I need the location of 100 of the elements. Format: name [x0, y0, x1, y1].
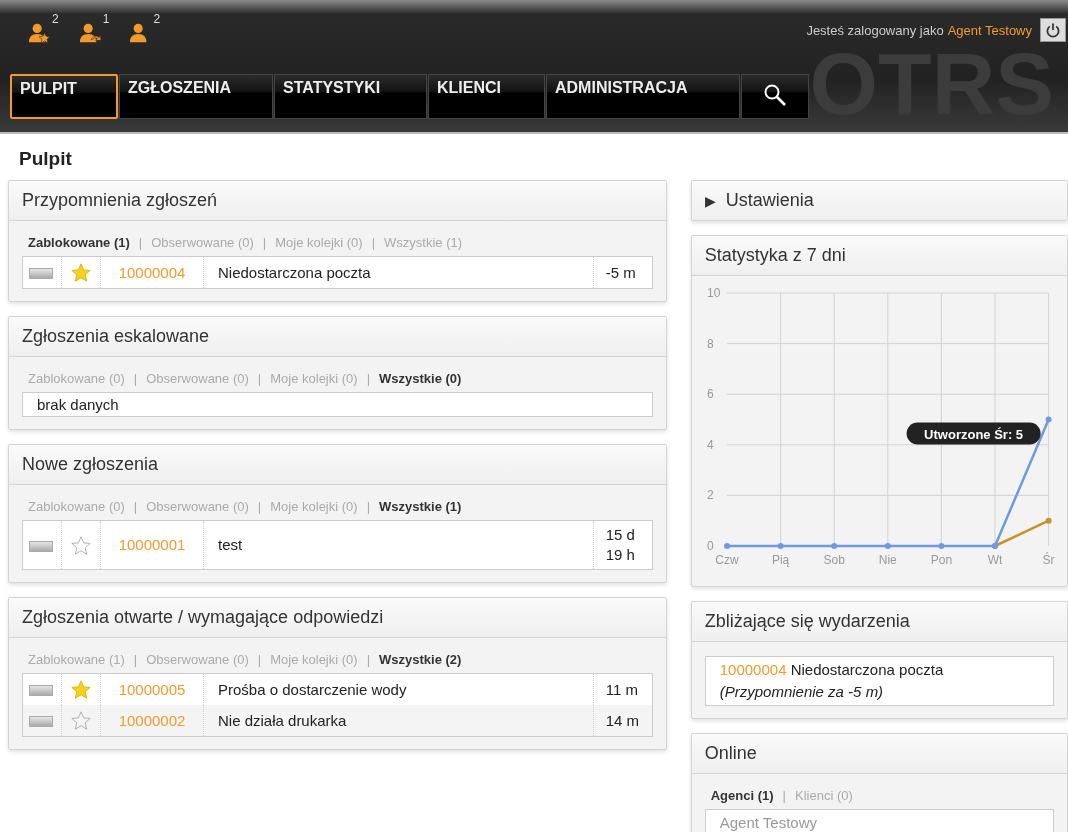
axis-label: 2	[706, 488, 714, 503]
ticket-icon	[29, 685, 53, 697]
axis-label: Czw	[715, 553, 739, 567]
separator: |	[257, 652, 262, 668]
separator: |	[366, 499, 371, 515]
ticket-title: Niedostarczona poczta	[203, 256, 594, 289]
ticket-number-link[interactable]: 10000004	[118, 263, 186, 281]
filter-link[interactable]: Moje kolejki (0)	[270, 371, 358, 387]
axis-label: 6	[706, 387, 714, 402]
nav-tab[interactable]: ZGŁOSZENIA	[119, 74, 273, 119]
user-link[interactable]: Agent Testowy	[947, 22, 1032, 38]
filter-link[interactable]: Zablokowane (1)	[28, 652, 125, 668]
separator: |	[257, 371, 262, 387]
data-point	[1045, 517, 1052, 524]
widget-title: Przypomnienia zgłoszeń	[9, 181, 666, 221]
event-title: Niedostarczona poczta	[790, 661, 944, 678]
filter-link[interactable]: Moje kolejki (0)	[270, 652, 358, 668]
separator: |	[133, 652, 138, 668]
axis-label: Śr	[1042, 553, 1055, 567]
separator: |	[782, 788, 786, 803]
count-label: 1	[102, 12, 110, 26]
user-arrow-icon[interactable]	[78, 22, 101, 44]
page-title: Pulpit	[19, 148, 73, 170]
filter-link[interactable]: Wszystkie (0)	[379, 371, 462, 387]
axis-label: Sob	[823, 553, 845, 567]
axis-label: 8	[706, 336, 714, 351]
ticket-age: 15 d 19 h	[593, 520, 653, 570]
filter-link[interactable]: Obserwowane (0)	[151, 235, 254, 250]
ticket-number-link[interactable]: 10000005	[118, 680, 186, 698]
filter-link[interactable]: Zablokowane (0)	[28, 499, 125, 515]
online-user: Agent Testowy	[719, 813, 818, 832]
widget-title: Zgłoszenia eskalowane	[9, 317, 666, 358]
separator: |	[133, 499, 138, 515]
nav-tab[interactable]: STATYSTYKI	[274, 74, 427, 119]
star-outline-icon[interactable]	[70, 534, 92, 557]
ticket-number-link[interactable]: 10000001	[118, 536, 186, 554]
filter-link[interactable]: Agenci (1)	[710, 788, 774, 803]
ticket-icon	[29, 716, 53, 728]
ticket-age: -5 m	[593, 256, 653, 289]
separator: |	[366, 652, 371, 668]
chart-tooltip: Utworzone Śr: 5	[906, 422, 1041, 445]
data-point	[830, 543, 837, 549]
empty-message: brak danych	[22, 392, 653, 418]
filter-link[interactable]: Obserwowane (0)	[146, 499, 249, 515]
separator: |	[366, 371, 371, 387]
data-point	[723, 543, 730, 549]
ticket-number-link[interactable]: 10000004	[719, 661, 787, 678]
filter-link[interactable]: Zablokowane (0)	[28, 371, 125, 387]
filter-link[interactable]: Moje kolejki (0)	[270, 499, 358, 515]
ticket-icon	[29, 540, 53, 552]
axis-label: 10	[706, 286, 721, 300]
ticket-age: 14 m	[593, 705, 653, 737]
ticket-number-link[interactable]: 10000002	[118, 711, 186, 729]
settings-title[interactable]: Ustawienia	[725, 190, 814, 211]
separator: |	[262, 235, 267, 250]
nav-tab[interactable]: KLIENCI	[428, 74, 545, 119]
user-star-icon[interactable]	[28, 22, 50, 44]
filter-link[interactable]: Obserwowane (0)	[146, 652, 249, 668]
widget-title: Statystyka z 7 dni	[691, 236, 1067, 276]
filter-link[interactable]: Zablokowane (1)	[28, 235, 130, 250]
search-tab[interactable]	[741, 74, 809, 119]
data-point	[777, 543, 784, 549]
count-label: 2	[52, 12, 59, 26]
star-icon[interactable]	[70, 679, 92, 702]
ticket-title: Nie działa drukarka	[203, 705, 594, 737]
axis-label: Pią	[771, 553, 789, 567]
axis-label: Wt	[987, 553, 1003, 567]
nav-tab[interactable]: ADMINISTRACJA	[546, 74, 740, 119]
separator: |	[371, 235, 376, 250]
axis-label: 0	[706, 539, 714, 553]
axis-label: Nie	[878, 553, 897, 567]
widget-title: Online	[691, 734, 1067, 774]
star-icon[interactable]	[70, 262, 92, 285]
search-icon	[763, 83, 787, 107]
event-note: (Przypomnienie za -5 m)	[719, 682, 885, 702]
widget-title: Zgłoszenia otwarte / wymagające odpowiedzi	[9, 598, 666, 639]
filter-link[interactable]: Obserwowane (0)	[146, 371, 249, 387]
axis-label: Pon	[930, 553, 952, 567]
expand-toggle[interactable]: ▶	[704, 192, 716, 209]
ticket-icon	[29, 268, 53, 280]
ticket-title: test	[203, 520, 594, 570]
power-icon	[1045, 22, 1061, 38]
separator: |	[133, 371, 138, 387]
data-point	[938, 543, 945, 549]
widget-title: Zbliżające się wydarzenia	[691, 602, 1067, 642]
widget-title: Nowe zgłoszenia	[9, 445, 666, 486]
login-text: Jesteś zalogowany jako	[806, 22, 944, 38]
separator: |	[138, 235, 143, 250]
filter-link[interactable]: Wszystkie (1)	[379, 499, 462, 515]
filter-link[interactable]: Klienci (0)	[794, 788, 853, 803]
axis-label: 4	[706, 437, 714, 452]
filter-link[interactable]: Wszystkie (1)	[384, 235, 463, 250]
star-outline-icon[interactable]	[70, 710, 92, 733]
filter-link[interactable]: Moje kolejki (0)	[275, 235, 363, 250]
data-point	[1045, 416, 1052, 423]
logout-button[interactable]	[1040, 18, 1066, 42]
data-point	[884, 543, 891, 549]
count-label: 2	[153, 12, 161, 26]
nav-tab[interactable]: PULPIT	[10, 74, 118, 119]
filter-link[interactable]: Wszystkie (2)	[379, 652, 462, 668]
